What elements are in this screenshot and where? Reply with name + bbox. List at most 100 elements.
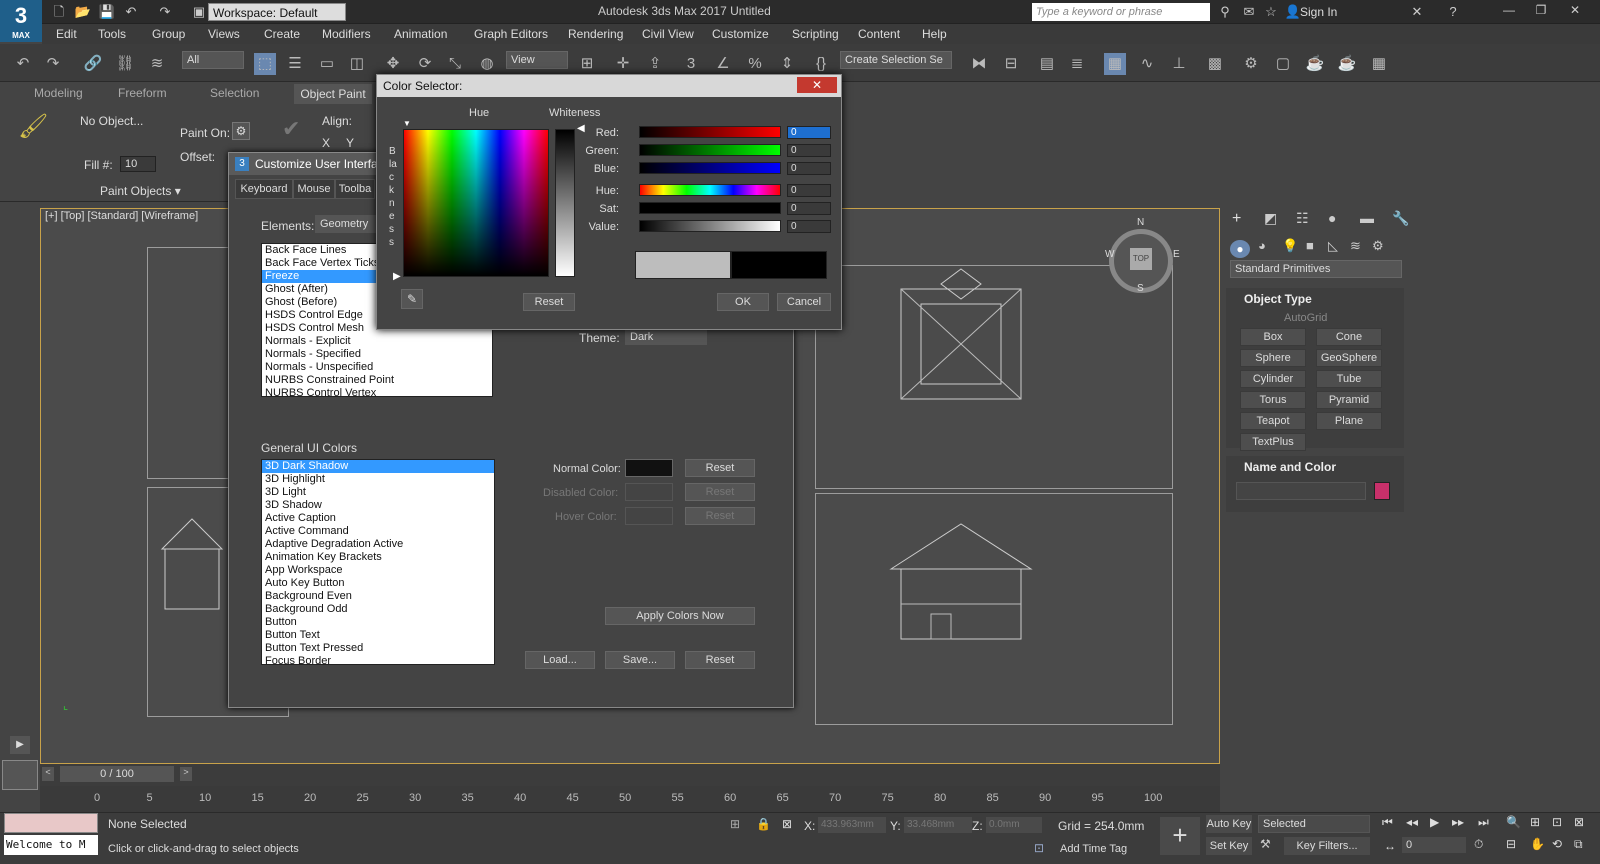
undo-icon[interactable]: ↶: [122, 4, 140, 20]
menu-create[interactable]: Create: [264, 27, 300, 41]
menu-tools[interactable]: Tools: [98, 27, 126, 41]
mini-curve-editor-toggle[interactable]: [2, 760, 38, 790]
normal-color-swatch[interactable]: [625, 459, 673, 477]
tab-keyboard[interactable]: Keyboard: [235, 179, 293, 199]
angle-snap-icon[interactable]: ∠: [712, 53, 734, 75]
cylinder-button[interactable]: Cylinder: [1240, 370, 1306, 388]
pivot-center-icon[interactable]: ⊞: [576, 53, 598, 75]
tab-mouse[interactable]: Mouse: [293, 179, 335, 199]
set-key-button[interactable]: Set Key: [1206, 837, 1252, 855]
window-crossing-icon[interactable]: ◫: [346, 53, 368, 75]
reset-button[interactable]: Reset: [685, 651, 755, 669]
unlink-icon[interactable]: ⛓: [114, 53, 136, 75]
sphere-button[interactable]: Sphere: [1240, 349, 1306, 367]
display-tab-icon[interactable]: ▬: [1360, 210, 1374, 226]
motion-tab-icon[interactable]: ●: [1328, 210, 1336, 226]
y-coord-input[interactable]: 33.468mm: [904, 817, 972, 833]
isolate-selection-icon[interactable]: ⊞: [730, 817, 740, 831]
spinner-snap-icon[interactable]: ⇕: [776, 53, 798, 75]
sign-in-link[interactable]: Sign In: [1300, 5, 1337, 19]
eyedropper-icon[interactable]: ✎: [401, 289, 423, 309]
ui-color-list-item[interactable]: 3D Highlight: [262, 473, 494, 486]
axis-y-button[interactable]: Y: [346, 136, 354, 150]
systems-icon[interactable]: ⚙: [1372, 238, 1384, 254]
red-slider[interactable]: [639, 126, 781, 138]
zoom-extents-all-icon[interactable]: ⊠: [1574, 815, 1584, 829]
ui-color-list-item[interactable]: 3D Dark Shadow: [262, 460, 494, 473]
ui-color-list-item[interactable]: App Workspace: [262, 564, 494, 577]
maxscript-listener-icon[interactable]: ▶: [10, 736, 30, 754]
textplus-button[interactable]: TextPlus: [1240, 433, 1306, 451]
scene-explorer-icon[interactable]: ▦: [1104, 53, 1126, 75]
select-object-icon[interactable]: ⬚: [254, 53, 276, 75]
help-icon[interactable]: ?: [1444, 4, 1462, 20]
material-editor-icon[interactable]: ▩: [1204, 53, 1226, 75]
zoom-all-icon[interactable]: ⊞: [1530, 815, 1540, 829]
no-object-dropdown[interactable]: No Object...: [80, 114, 143, 128]
workspace-dropdown[interactable]: Workspace: Default: [208, 3, 346, 21]
lights-icon[interactable]: 💡: [1282, 238, 1298, 254]
key-mode-icon[interactable]: ⚒: [1260, 837, 1271, 851]
named-selection-set-dropdown[interactable]: Create Selection Se: [840, 51, 952, 69]
element-list-item[interactable]: Normals - Explicit: [262, 335, 492, 348]
create-tab-icon[interactable]: +: [1232, 210, 1241, 228]
binoculars-icon[interactable]: ⚲: [1216, 4, 1234, 20]
menu-edit[interactable]: Edit: [56, 27, 77, 41]
ui-color-list-item[interactable]: Focus Border: [262, 655, 494, 664]
link-icon[interactable]: 🔗: [82, 53, 104, 75]
menu-scripting[interactable]: Scripting: [792, 27, 839, 41]
zoom-icon[interactable]: 🔍: [1506, 815, 1521, 829]
menu-customize[interactable]: Customize: [712, 27, 769, 41]
space-warps-icon[interactable]: ≋: [1350, 238, 1361, 254]
next-frame-icon[interactable]: ▸▸: [1452, 815, 1464, 829]
next-frame-arrow-icon[interactable]: >: [180, 767, 192, 781]
reference-coord-dropdown[interactable]: View: [506, 51, 568, 69]
layer-explorer-icon[interactable]: ▤: [1036, 53, 1058, 75]
hue-spinner[interactable]: 0: [787, 184, 831, 197]
align-icon[interactable]: ⊟: [1000, 53, 1022, 75]
percent-snap-icon[interactable]: %: [744, 53, 766, 75]
key-filters-button[interactable]: Key Filters...: [1284, 837, 1370, 855]
load-button[interactable]: Load...: [525, 651, 595, 669]
autogrid-checkbox[interactable]: AutoGrid: [1284, 312, 1327, 324]
torus-button[interactable]: Torus: [1240, 391, 1306, 409]
object-name-input[interactable]: [1236, 482, 1366, 500]
tab-toolbars[interactable]: Toolba: [335, 179, 375, 199]
time-config-icon[interactable]: ⏱: [1474, 837, 1483, 852]
ui-color-list-item[interactable]: 3D Shadow: [262, 499, 494, 512]
sat-spinner[interactable]: 0: [787, 202, 831, 215]
normal-color-reset-button[interactable]: Reset: [685, 459, 755, 477]
ui-color-list-item[interactable]: Auto Key Button: [262, 577, 494, 590]
project-folder-icon[interactable]: ▣: [190, 4, 208, 20]
element-list-item[interactable]: Normals - Specified: [262, 348, 492, 361]
object-type-title[interactable]: Object Type: [1244, 292, 1312, 306]
tab-modeling[interactable]: Modeling: [34, 86, 83, 100]
play-icon[interactable]: ▶: [1430, 815, 1439, 829]
ui-color-list-item[interactable]: Button Text Pressed: [262, 642, 494, 655]
menu-help[interactable]: Help: [922, 27, 947, 41]
cameras-icon[interactable]: ■: [1306, 238, 1314, 253]
ok-button[interactable]: OK: [717, 293, 769, 311]
menu-views[interactable]: Views: [208, 27, 240, 41]
maxscript-mini-listener-white[interactable]: Welcome to M: [4, 835, 98, 855]
bind-space-warp-icon[interactable]: ≋: [146, 53, 168, 75]
mirror-icon[interactable]: ⧓: [968, 53, 990, 75]
current-frame-input[interactable]: 0: [1402, 837, 1466, 853]
axis-x-button[interactable]: X: [322, 136, 330, 150]
general-ui-colors-list[interactable]: 3D Dark Shadow 3D Highlight 3D Light 3D Sha…: [261, 459, 495, 665]
keyword-search-input[interactable]: Type a keyword or phrase: [1032, 3, 1210, 21]
edit-named-selection-icon[interactable]: {}: [810, 53, 832, 75]
whiteness-slider[interactable]: [555, 129, 575, 277]
cancel-button[interactable]: Cancel: [777, 293, 831, 311]
ui-color-list-item[interactable]: Background Even: [262, 590, 494, 603]
save-button[interactable]: Save...: [605, 651, 675, 669]
menu-group[interactable]: Group: [152, 27, 185, 41]
place-icon[interactable]: ◍: [476, 53, 498, 75]
communication-icon[interactable]: ✉: [1240, 4, 1258, 20]
render-cloud-icon[interactable]: ▦: [1368, 53, 1390, 75]
select-by-name-icon[interactable]: ☰: [284, 53, 306, 75]
green-spinner[interactable]: 0: [787, 144, 831, 157]
scale-icon[interactable]: ⤡: [444, 53, 466, 75]
time-tag-icon[interactable]: ⊡: [1034, 841, 1044, 855]
color-reset-button[interactable]: Reset: [523, 293, 575, 311]
